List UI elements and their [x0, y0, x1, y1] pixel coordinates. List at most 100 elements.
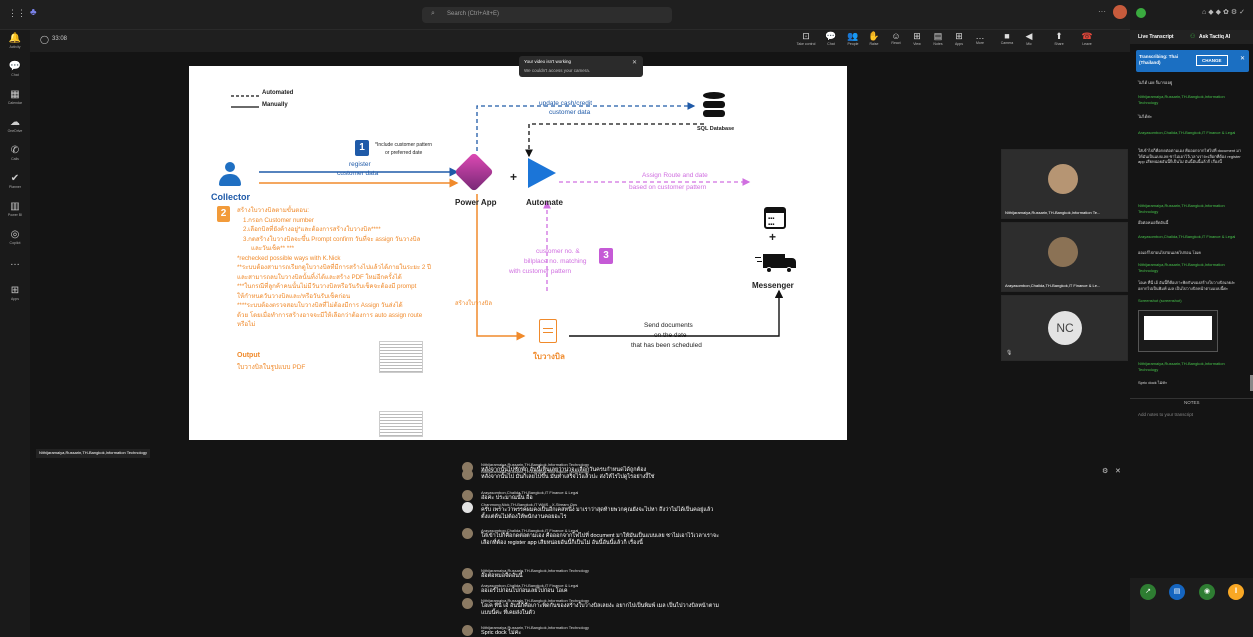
more-options-icon[interactable]: ···	[1098, 7, 1106, 16]
more-icon: …	[975, 31, 985, 41]
camera-button[interactable]: ■ Camera	[996, 31, 1018, 45]
transcript-speaker: Arayasombon,Chalida,TH-Bangkok,IT Financ…	[1138, 234, 1236, 239]
people-button[interactable]: 👥 People	[842, 31, 864, 46]
participant-tile[interactable]: NC 🎙	[1001, 295, 1128, 361]
share-button[interactable]: ⬆ Share	[1048, 31, 1070, 46]
toolbar-label: Mic	[1026, 42, 1032, 46]
extension-icons[interactable]: ⌂◆◆✿⚙✓	[1202, 8, 1247, 16]
rail-item[interactable]: ☁ OneDrive	[0, 114, 30, 142]
share-icon[interactable]: ↗	[1140, 584, 1156, 600]
rail-label: Apps	[11, 297, 19, 301]
participant-tile[interactable]: Nithijaramaiya,Russarin,TH-Bangkok,Infor…	[1001, 149, 1128, 219]
raise-button[interactable]: ✋ Raise	[863, 31, 885, 46]
note-line: และสามารถลบใบวางบิลนั้นทิ้งได้และสร้าง P…	[237, 273, 402, 281]
rail-item[interactable]: 💬 Chat	[0, 58, 30, 86]
search-icon: ⌕	[431, 10, 435, 17]
change-language-button[interactable]: CHANGE	[1196, 55, 1228, 66]
rail-item[interactable]: ⊞ Apps	[0, 282, 30, 310]
rail-item[interactable]: ▥ Power BI	[0, 198, 30, 226]
share-icon: ⬆	[1055, 31, 1063, 41]
chat-button[interactable]: 💬 Chat	[820, 31, 842, 46]
divider	[1130, 398, 1253, 399]
avatar[interactable]	[1113, 5, 1127, 19]
mic-button[interactable]: ◀ Mic	[1018, 31, 1040, 46]
title-bar: ⋮⋮ ♣ ⌕ Search (Ctrl+Alt+E) ···	[0, 0, 1130, 30]
matching-line1: customer no. &	[536, 248, 580, 255]
transcript-text: Spric dock ไม่ค่ะ	[1138, 380, 1168, 385]
send-docs-line2: on the date	[654, 332, 687, 339]
app-grid-icon[interactable]: ⋮⋮	[8, 8, 26, 19]
rail-item[interactable]: ✆ Calls	[0, 142, 30, 170]
participant-name: Arayasombon,Chalida,TH-Bangkok,IT Financ…	[1005, 283, 1101, 288]
participant-tile[interactable]: Arayasombon,Chalida,TH-Bangkok,IT Financ…	[1001, 222, 1128, 292]
shield-icon: ◯	[40, 35, 49, 44]
plus-sign-2: +	[769, 230, 777, 244]
leave-button[interactable]: ☎ Leave	[1076, 31, 1098, 46]
toolbar-label: Notes	[933, 42, 943, 46]
screenshot-thumbnail[interactable]	[1138, 310, 1218, 352]
camera-icon[interactable]: ◉	[1199, 584, 1215, 600]
settings-icon[interactable]: ⚙	[1102, 467, 1108, 475]
panel-actions: ↗ ▤ ◉ ‖	[1130, 578, 1253, 608]
toast-title: Your video isn't working	[524, 59, 571, 64]
caption-entry: Nithijaramaiya,Russarin,TH-Bangkok,Infor…	[462, 625, 722, 637]
tab-ask-tactiq[interactable]: Ask Tactiq AI	[1199, 34, 1230, 40]
take-control-icon: ⊡	[802, 31, 810, 41]
react-button[interactable]: ☺ React	[885, 31, 907, 45]
caption-entry: Nithijaramaiya,Russarin,TH-Bangkok,Infor…	[462, 598, 722, 616]
more-button[interactable]: … More	[969, 31, 991, 45]
note-line: หรือไม่	[237, 321, 256, 328]
leave-icon: ☎	[1081, 31, 1093, 41]
transcribing-language: Transcribing: Thai (Thailand)	[1139, 54, 1179, 65]
search-input[interactable]: Search (Ctrl+Alt+E)	[447, 11, 499, 17]
transcript-speaker: Nithijaramaiya,Russarin,TH-Bangkok,Infor…	[1138, 262, 1225, 273]
close-icon[interactable]: ✕	[632, 59, 637, 66]
apps-icon: ⊞	[955, 31, 963, 41]
avatar	[462, 568, 473, 579]
legend-automated: Automated	[262, 90, 294, 96]
presenter-label: Nithijaramaiya,Russarin,TH-Bangkok,Infor…	[36, 449, 150, 458]
rail-item[interactable]: ▦ Calendar	[0, 86, 30, 114]
output-desc: ใบวางบิลในรูปแบบ PDF	[237, 364, 306, 371]
close-icon[interactable]: ✕	[1240, 55, 1245, 62]
powerbi-icon: ▥	[10, 201, 20, 212]
rail-item[interactable]: …	[0, 254, 30, 282]
automate-label: Automate	[526, 198, 563, 207]
rail-item[interactable]: ✔ Planner	[0, 170, 30, 198]
rail-item[interactable]: ◎ Copilot	[0, 226, 30, 254]
transcript-text: ไม่ได้ เอย ก็มารออยู่	[1138, 80, 1173, 85]
tactiq-logo-icon	[1136, 8, 1146, 18]
toolbar-label: Leave	[1082, 42, 1092, 46]
apps-icon: ⊞	[10, 285, 20, 296]
view-button[interactable]: ⊞ View	[906, 31, 928, 46]
mic-icon: ◀	[1025, 31, 1033, 41]
close-icon[interactable]: ✕	[1115, 467, 1121, 475]
pause-icon[interactable]: ‖	[1228, 584, 1244, 600]
note-line: **ระบบต้องสามารถเรียกดูใบวางบิลที่มีการส…	[237, 264, 431, 271]
document-icon[interactable]: ▤	[1169, 584, 1185, 600]
caption-text: อ๊อต่อหมอจืดอันนี้	[481, 573, 523, 579]
rail-item[interactable]: 🔔 Activity	[0, 30, 30, 58]
notes-button[interactable]: ▤ Notes	[927, 31, 949, 46]
participant-name: Nithijaramaiya,Russarin,TH-Bangkok,Infor…	[1005, 210, 1101, 215]
apps-button[interactable]: ⊞ Apps	[948, 31, 970, 46]
collector-label: Collector	[211, 192, 251, 202]
rail-label: Planner	[8, 185, 22, 189]
note-line: 2.เลือกบิลที่ยังค้างอยู่*และต้องการสร้าง…	[243, 226, 381, 233]
toolbar-label: View	[913, 42, 921, 46]
caption-entry: Arayasombon,Chalida,TH-Bangkok,IT Financ…	[462, 583, 722, 595]
participant-photo	[1048, 164, 1078, 194]
notes-input[interactable]: Add notes to your transcript	[1138, 412, 1193, 417]
avatar	[462, 469, 473, 480]
caption-text: Spric dock ไม่ค่ะ	[481, 630, 522, 636]
rail-label: Copilot	[9, 241, 21, 245]
note-line: 3.กดสร้างใบวางบิลจะขึ้น Prompt confirm ว…	[243, 235, 421, 243]
take-control-button[interactable]: ⊡ Take control	[795, 31, 817, 46]
toolbar-label: More	[976, 41, 984, 45]
tab-live-transcript[interactable]: Live Transcript	[1138, 34, 1174, 40]
caption-entry: Arayasombon,Chalida,TH-Bangkok,IT Financ…	[462, 490, 722, 502]
shared-slide: Automated Manually Collector 1 *Include …	[189, 66, 847, 440]
update-cash-line1: update cash/credit	[539, 100, 593, 107]
search-box[interactable]: ⌕ Search (Ctrl+Alt+E)	[422, 7, 672, 23]
plus-sign: +	[510, 170, 518, 184]
